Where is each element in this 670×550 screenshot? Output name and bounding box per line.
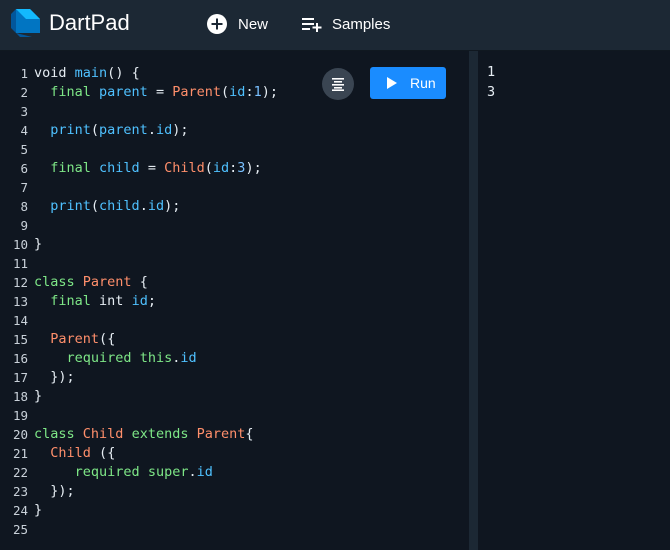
line-number: 8 (20, 199, 28, 214)
dart-logo-icon[interactable] (8, 6, 42, 40)
app-header: DartPad New Samples (0, 0, 670, 51)
line-number: 11 (12, 256, 28, 271)
code-line[interactable]: 21 Child ({ (0, 444, 469, 463)
output-line: 1 (487, 64, 496, 80)
run-button[interactable]: Run (370, 67, 446, 99)
code-line[interactable]: 3 (0, 102, 469, 121)
code-line[interactable]: 4 print(parent.id); (0, 121, 469, 140)
line-number: 1 (20, 66, 28, 81)
output-line: 3 (487, 84, 496, 100)
code-line[interactable]: 20 class Child extends Parent{ (0, 425, 469, 444)
samples-button[interactable]: Samples (302, 12, 390, 36)
line-number: 22 (12, 465, 28, 480)
code-text[interactable]: required super.id (34, 463, 213, 482)
run-button-label: Run (410, 75, 436, 91)
new-button-label: New (238, 15, 269, 33)
line-number: 16 (12, 351, 28, 366)
code-line[interactable]: 9 (0, 216, 469, 235)
new-button[interactable]: New (206, 12, 268, 36)
code-line[interactable]: 16 required this.id (0, 349, 469, 368)
line-number: 15 (12, 332, 28, 347)
app-title: DartPad (49, 10, 130, 35)
code-text[interactable]: class Child extends Parent{ (34, 425, 254, 444)
code-line[interactable]: 6 final child = Child(id:3); (0, 159, 469, 178)
code-text[interactable]: final int id; (34, 292, 156, 311)
line-number: 9 (20, 218, 28, 233)
format-align-icon (332, 78, 344, 91)
code-line[interactable]: 12 class Parent { (0, 273, 469, 292)
line-number: 24 (12, 503, 28, 518)
code-lines[interactable]: 1 void main() { 2 final parent = Parent(id… (0, 64, 469, 539)
line-number: 3 (20, 104, 28, 119)
line-number: 25 (12, 522, 28, 537)
code-text[interactable]: } (34, 387, 42, 406)
add-circle-icon (206, 13, 228, 35)
code-line[interactable]: 24} (0, 501, 469, 520)
code-text[interactable]: Child ({ (34, 444, 115, 463)
code-line[interactable]: 15 Parent({ (0, 330, 469, 349)
code-text[interactable]: }); (34, 482, 74, 501)
code-line[interactable]: 25 (0, 520, 469, 539)
console-output (478, 51, 670, 550)
line-number: 18 (12, 389, 28, 404)
line-number: 20 (12, 427, 28, 442)
line-number: 17 (12, 370, 28, 385)
line-number: 14 (12, 313, 28, 328)
code-line[interactable]: 14 (0, 311, 469, 330)
code-editor[interactable]: 1 void main() { 2 final parent = Parent(id… (0, 51, 469, 550)
code-text[interactable]: required this.id (34, 349, 197, 368)
code-line[interactable]: 23 }); (0, 482, 469, 501)
code-text[interactable]: void main() { (34, 64, 140, 83)
line-number: 21 (12, 446, 28, 461)
code-text[interactable]: class Parent { (34, 273, 148, 292)
code-text[interactable]: print(child.id); (34, 197, 180, 216)
code-text[interactable]: final child = Child(id:3); (34, 159, 261, 178)
line-number: 6 (20, 161, 28, 176)
line-number: 10 (12, 237, 28, 252)
code-line[interactable]: 10} (0, 235, 469, 254)
code-text[interactable]: } (34, 235, 42, 254)
code-line[interactable]: 22 required super.id (0, 463, 469, 482)
split-divider[interactable] (469, 51, 478, 550)
line-number: 13 (12, 294, 28, 309)
code-text[interactable]: } (34, 501, 42, 520)
code-line[interactable]: 19 (0, 406, 469, 425)
samples-button-label: Samples (332, 15, 391, 33)
code-line[interactable]: 5 (0, 140, 469, 159)
code-line[interactable]: 11 (0, 254, 469, 273)
line-number: 19 (12, 408, 28, 423)
code-text[interactable]: Parent({ (34, 330, 115, 349)
output-lines: 13 (487, 62, 495, 102)
code-line[interactable]: 17 }); (0, 368, 469, 387)
line-number: 4 (20, 123, 28, 138)
play-icon (387, 77, 397, 89)
line-number: 5 (20, 142, 28, 157)
code-text[interactable]: }); (34, 368, 74, 387)
code-line[interactable]: 18} (0, 387, 469, 406)
code-line[interactable]: 7 (0, 178, 469, 197)
code-line[interactable]: 13 final int id; (0, 292, 469, 311)
line-number: 12 (12, 275, 28, 290)
playlist-add-icon (302, 16, 322, 32)
line-number: 7 (20, 180, 28, 195)
format-button[interactable] (322, 68, 354, 100)
code-text[interactable]: print(parent.id); (34, 121, 188, 140)
line-number: 2 (20, 85, 28, 100)
code-line[interactable]: 8 print(child.id); (0, 197, 469, 216)
code-text[interactable]: final parent = Parent(id:1); (34, 83, 278, 102)
line-number: 23 (12, 484, 28, 499)
